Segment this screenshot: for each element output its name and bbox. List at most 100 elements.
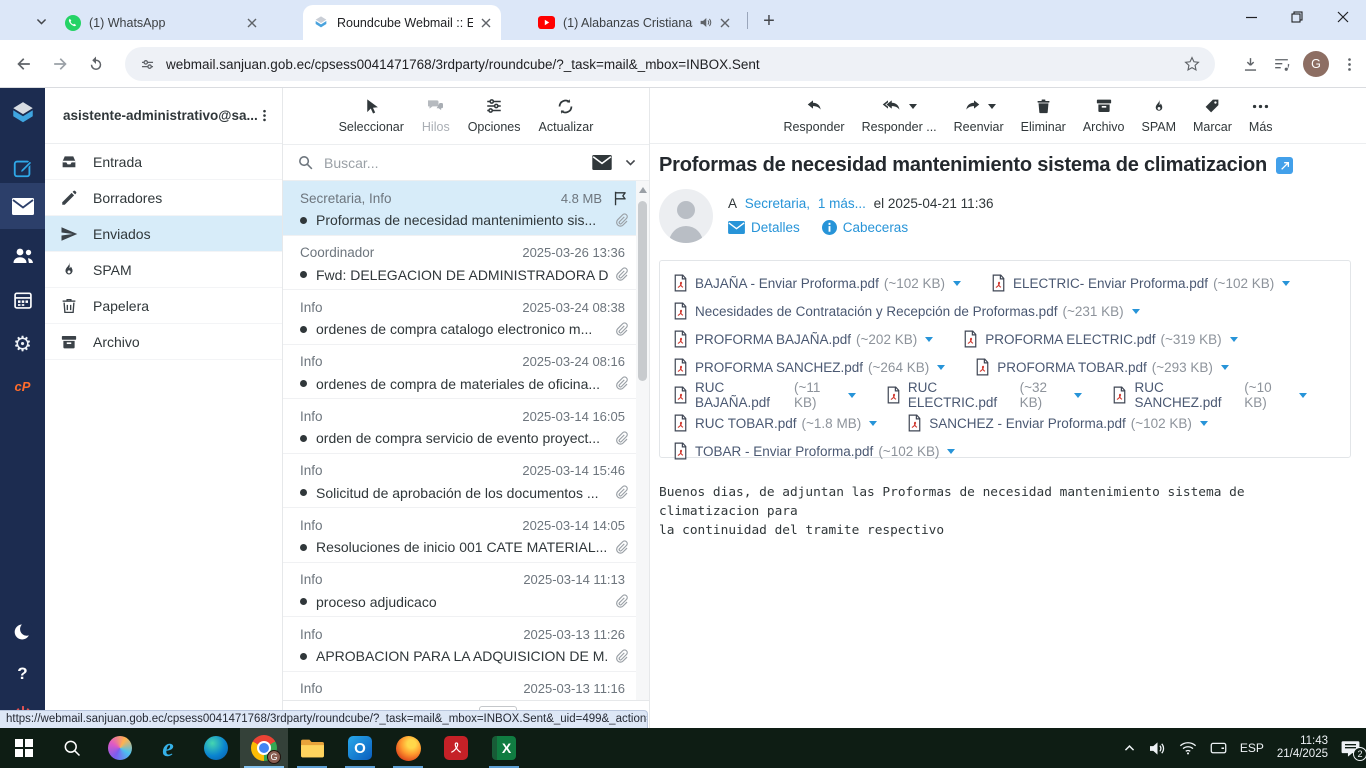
tab-audio-icon[interactable] — [699, 16, 712, 29]
folder-entrada[interactable]: Entrada — [45, 144, 282, 180]
compose-button[interactable] — [0, 148, 45, 188]
attachment-menu-caret[interactable] — [925, 336, 934, 342]
folder-enviados[interactable]: Enviados — [45, 216, 282, 252]
taskbar-excel-button[interactable]: X — [480, 728, 528, 768]
message-row[interactable]: Info 2025-03-14 15:46 Solicitud de aprobac… — [283, 454, 637, 508]
attachment-menu-caret[interactable] — [947, 448, 956, 454]
back-icon[interactable] — [12, 52, 36, 76]
attachment-menu-caret[interactable] — [1299, 392, 1307, 398]
dark-mode-button[interactable] — [0, 612, 45, 652]
attachment-menu-caret[interactable] — [1282, 280, 1291, 286]
scrollbar-thumb[interactable] — [638, 201, 647, 381]
attachment-menu-caret[interactable] — [1229, 336, 1238, 342]
taskbar-firefox-button[interactable] — [384, 728, 432, 768]
display-icon[interactable] — [1210, 741, 1227, 756]
account-menu-icon[interactable] — [257, 108, 272, 123]
attachment-menu-caret[interactable] — [953, 280, 961, 286]
bookmark-star-icon[interactable] — [1183, 55, 1201, 73]
attachment[interactable]: ELECTRIC- Enviar Proforma.pdf (~102 KB) — [991, 274, 1291, 292]
message-row[interactable]: Info 2025-03-14 16:05 orden de compra serv… — [283, 399, 637, 454]
rail-mail-button[interactable] — [0, 183, 45, 229]
attachment-menu-caret[interactable] — [869, 420, 878, 426]
attachment-menu-caret[interactable] — [1199, 420, 1208, 426]
rail-settings-button[interactable]: ⚙ — [0, 324, 45, 364]
threads-button[interactable]: Hilos — [422, 95, 450, 134]
close-icon[interactable] — [247, 18, 257, 28]
attachment-menu-caret[interactable] — [847, 392, 856, 398]
volume-icon[interactable] — [1149, 741, 1166, 756]
browser-profile-avatar[interactable]: G — [1303, 51, 1329, 77]
mark-button[interactable]: Marcar — [1193, 95, 1232, 134]
attachment[interactable]: PROFORMA BAJAÑA.pdf (~202 KB) — [673, 330, 934, 348]
select-button[interactable]: Seleccionar — [339, 95, 404, 134]
language-indicator[interactable]: ESP — [1240, 741, 1264, 755]
close-icon[interactable] — [720, 18, 730, 28]
reload-icon[interactable] — [84, 52, 108, 76]
refresh-button[interactable]: Actualizar — [539, 95, 593, 134]
taskbar-outlook-button[interactable]: O — [336, 728, 384, 768]
message-row[interactable]: Info 2025-03-24 08:38 ordenes de compra ca… — [283, 290, 637, 345]
attachment-menu-caret[interactable] — [1131, 308, 1140, 314]
attachment[interactable]: RUC ELECTRIC.pdf (~32 KB) — [886, 380, 1083, 410]
spam-button[interactable]: SPAM — [1142, 95, 1176, 134]
attachment-menu-caret[interactable] — [1074, 392, 1083, 398]
attachment[interactable]: BAJAÑA - Enviar Proforma.pdf (~102 KB) — [673, 274, 961, 292]
forward-button[interactable]: Reenviar — [954, 95, 1004, 134]
attachment[interactable]: TOBAR - Enviar Proforma.pdf (~102 KB) — [673, 442, 956, 460]
flag-icon[interactable] — [612, 190, 629, 207]
media-controls-icon[interactable] — [1272, 55, 1291, 74]
reply-all-caret-icon[interactable] — [909, 103, 918, 109]
rail-calendar-button[interactable] — [0, 280, 45, 320]
attachment[interactable]: PROFORMA ELECTRIC.pdf (~319 KB) — [963, 330, 1238, 348]
message-row[interactable]: Info 2025-03-14 11:13 proceso adjudicaco — [283, 563, 637, 617]
message-row[interactable]: Info 2025-03-14 14:05 Resoluciones de inic… — [283, 508, 637, 563]
attachment[interactable]: PROFORMA TOBAR.pdf (~293 KB) — [975, 358, 1229, 376]
help-button[interactable]: ? — [0, 654, 45, 694]
site-settings-icon[interactable] — [139, 56, 156, 73]
open-in-new-window-icon[interactable] — [1276, 157, 1293, 174]
search-scope-icon[interactable] — [592, 155, 612, 170]
taskbar-chrome-button[interactable]: G — [240, 728, 288, 768]
tab-youtube[interactable]: (1) Alabanzas Cristianas 202 — [528, 5, 740, 40]
taskbar-search-button[interactable] — [48, 728, 96, 768]
folder-spam[interactable]: SPAM — [45, 252, 282, 288]
taskbar-edge-button[interactable] — [192, 728, 240, 768]
folder-archivo[interactable]: Archivo — [45, 324, 282, 360]
options-button[interactable]: Opciones — [468, 95, 521, 134]
tab-search-button[interactable] — [28, 8, 54, 34]
start-button[interactable] — [0, 728, 48, 768]
search-options-chevron-icon[interactable] — [624, 156, 637, 169]
taskbar-clock[interactable]: 11:43 21/4/2025 — [1277, 735, 1328, 761]
wifi-icon[interactable] — [1179, 741, 1197, 755]
attachment-menu-caret[interactable] — [1220, 364, 1229, 370]
attachment[interactable]: PROFORMA SANCHEZ.pdf (~264 KB) — [673, 358, 946, 376]
attachment[interactable]: Necesidades de Contratación y Recepción … — [673, 302, 1140, 320]
close-window-button[interactable] — [1320, 0, 1366, 34]
reply-all-button[interactable]: Responder ... — [862, 95, 937, 134]
attachment[interactable]: RUC TOBAR.pdf (~1.8 MB) — [673, 414, 878, 432]
archive-button[interactable]: Archivo — [1083, 95, 1125, 134]
message-row[interactable]: Coordinador 2025-03-26 13:36 Fwd: DELEGACI… — [283, 236, 637, 290]
more-button[interactable]: Más — [1249, 95, 1273, 134]
tab-roundcube[interactable]: Roundcube Webmail :: Enviados — [303, 5, 501, 40]
folder-papelera[interactable]: Papelera — [45, 288, 282, 324]
message-row[interactable]: Info 2025-03-13 11:26 APROBACION PARA LA A… — [283, 617, 637, 672]
notification-center-button[interactable]: 2 — [1341, 740, 1366, 761]
delete-button[interactable]: Eliminar — [1021, 95, 1066, 134]
new-tab-button[interactable]: + — [757, 9, 781, 33]
more-recipients-link[interactable]: 1 más... — [818, 196, 866, 211]
close-icon[interactable] — [481, 18, 491, 28]
taskbar-explorer-button[interactable] — [288, 728, 336, 768]
browser-menu-icon[interactable] — [1341, 56, 1358, 73]
folder-borradores[interactable]: Borradores — [45, 180, 282, 216]
forward-caret-icon[interactable] — [987, 103, 996, 109]
restore-button[interactable] — [1274, 0, 1320, 34]
attachment[interactable]: RUC SANCHEZ.pdf (~10 KB) — [1112, 380, 1307, 410]
forward-icon[interactable] — [48, 52, 72, 76]
message-row[interactable]: Secretaria, Info 4.8 MB Proformas de neces… — [283, 181, 637, 236]
tray-chevron-up-icon[interactable] — [1123, 742, 1136, 755]
headers-toggle[interactable]: Cabeceras — [821, 220, 908, 235]
rail-contacts-button[interactable] — [0, 236, 45, 276]
download-icon[interactable] — [1241, 55, 1260, 74]
details-toggle[interactable]: Detalles — [728, 220, 800, 235]
